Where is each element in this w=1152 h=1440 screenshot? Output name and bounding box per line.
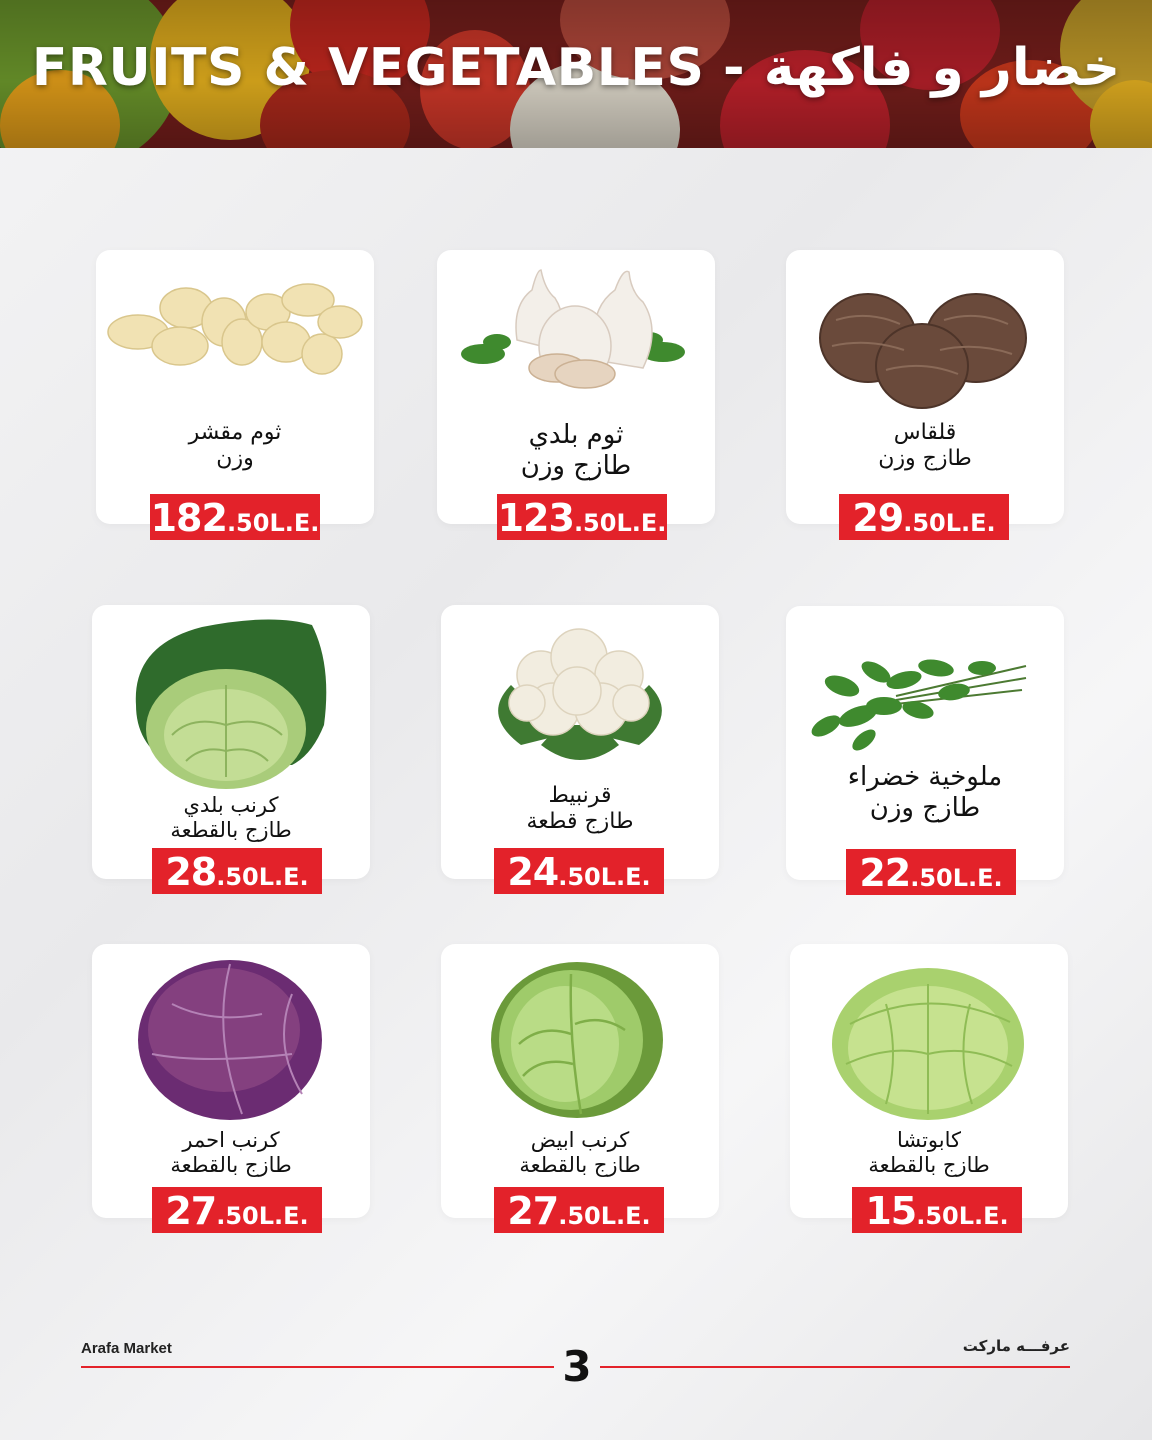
page-title: FRUITS & VEGETABLES - خضار و فاكهة	[31, 38, 1121, 98]
product-card[interactable]: كرنب احمر طازج بالقطعة	[92, 944, 370, 1218]
cauliflower-icon	[498, 628, 662, 760]
product-card[interactable]: قرنبيط طازج قطعة	[441, 605, 719, 879]
product-name: قلقاس طازج وزن	[878, 420, 972, 472]
price-tag: 182.50L.E.	[150, 494, 320, 540]
price-tag: 27.50L.E.	[152, 1187, 322, 1233]
product-card[interactable]: ثوم بلدي طازج وزن	[437, 250, 715, 524]
footer-brand-en: Arafa Market	[81, 1340, 172, 1357]
product-name: ملوخية خضراء طازج وزن	[847, 762, 1003, 824]
price-tag: 22.50L.E.	[846, 849, 1016, 895]
garlic-bulbs-icon	[461, 269, 685, 389]
product-name: ثوم مقشر وزن	[188, 420, 282, 472]
price-tag: 27.50L.E.	[494, 1187, 664, 1233]
footer-divider-left	[81, 1366, 554, 1368]
price-tag: 123.50L.E.	[497, 494, 667, 540]
product-name: قرنبيط طازج قطعة	[526, 783, 634, 835]
price-tag: 28.50L.E.	[152, 848, 322, 894]
peeled-garlic-icon	[107, 283, 363, 375]
white-cabbage-icon	[491, 962, 663, 1118]
product-card[interactable]: قلقاس طازج وزن	[786, 250, 1064, 524]
product-card[interactable]: ملوخية خضراء طازج وزن	[786, 606, 1064, 880]
footer-divider-right	[600, 1366, 1070, 1368]
product-name: ثوم بلدي طازج وزن	[520, 420, 632, 482]
header-banner: FRUITS & VEGETABLES - خضار و فاكهة	[0, 0, 1152, 148]
product-card[interactable]: كرنب ابيض طازج بالقطعة	[441, 944, 719, 1218]
product-name: كرنب احمر طازج بالقطعة	[170, 1128, 292, 1178]
savoy-cabbage-icon	[135, 619, 327, 789]
price-tag: 29.50L.E.	[839, 494, 1009, 540]
red-cabbage-icon	[138, 960, 322, 1120]
product-name: كرنب ابيض طازج بالقطعة	[519, 1128, 641, 1178]
taro-icon	[819, 293, 1027, 409]
product-card[interactable]: كابوتشا طازج بالقطعة	[790, 944, 1068, 1218]
product-card[interactable]: ثوم مقشر وزن	[96, 250, 374, 524]
iceberg-lettuce-icon	[832, 968, 1024, 1120]
price-tag: 24.50L.E.	[494, 848, 664, 894]
price-tag: 15.50L.E.	[852, 1187, 1022, 1233]
page-number: 3	[562, 1342, 592, 1391]
product-name: كرنب بلدي طازج بالقطعة	[170, 793, 292, 843]
product-name: كابوتشا طازج بالقطعة	[868, 1128, 990, 1178]
molokhia-icon	[811, 659, 1027, 751]
footer-brand-ar: عرفـــه ماركت	[962, 1337, 1070, 1355]
product-card[interactable]: كرنب بلدي طازج بالقطعة	[92, 605, 370, 879]
